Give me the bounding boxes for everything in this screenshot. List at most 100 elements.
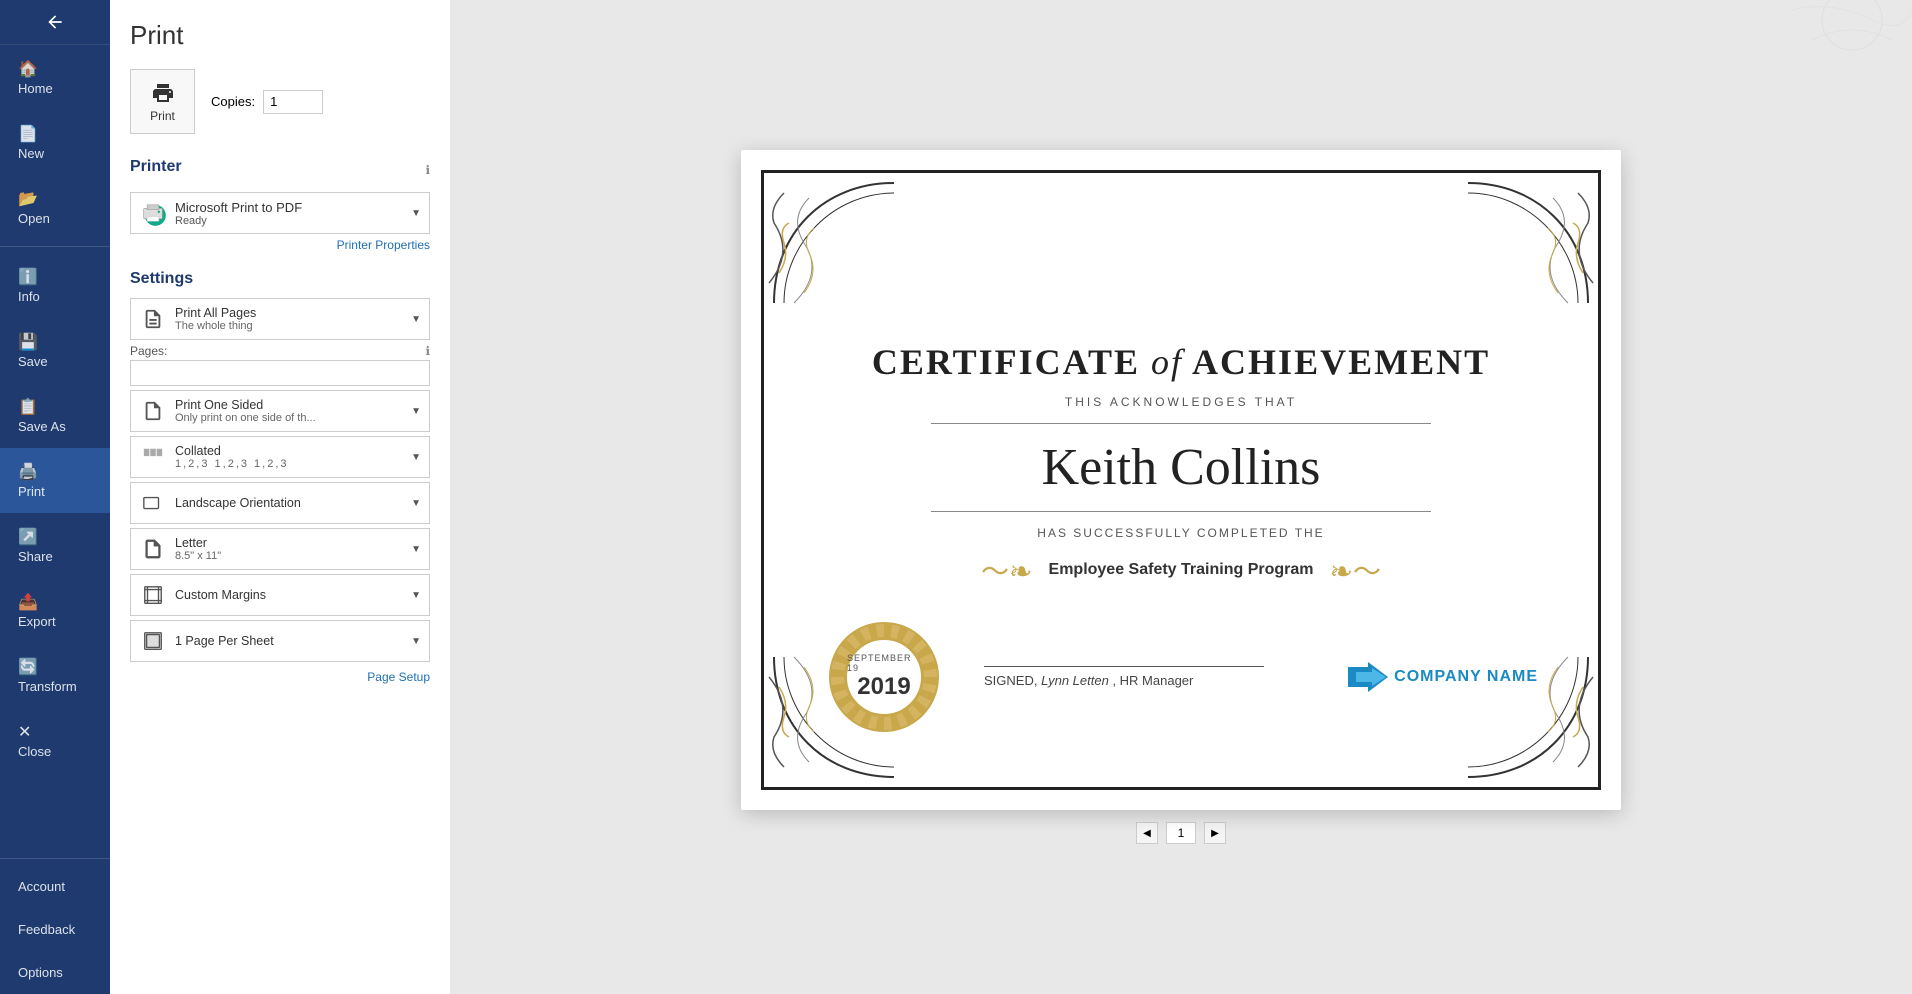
printer-info: Microsoft Print to PDF Ready xyxy=(175,200,407,227)
cert-divider-2 xyxy=(931,511,1431,512)
collate-arrow: ▼ xyxy=(411,452,421,463)
company-logo-icon xyxy=(1348,662,1388,692)
print-button-area: Print Copies: xyxy=(130,69,430,134)
paper-size-main: Letter xyxy=(175,536,411,550)
print-button[interactable]: Print xyxy=(130,69,195,134)
sidebar-item-close[interactable]: ✕ Close xyxy=(0,708,110,773)
print-range-arrow: ▼ xyxy=(411,314,421,325)
setting-sides[interactable]: Print One Sided Only print on one side o… xyxy=(130,390,430,432)
transform-icon: 🔄 xyxy=(18,657,38,677)
settings-panel: Print Print Copies: Printer ℹ xyxy=(110,0,450,994)
per-sheet-arrow: ▼ xyxy=(411,636,421,647)
cert-divider-1 xyxy=(931,423,1431,424)
sidebar-item-save[interactable]: 💾 Save xyxy=(0,318,110,383)
save-icon: 💾 xyxy=(18,332,38,352)
margins-arrow: ▼ xyxy=(411,590,421,601)
cert-seal: SEPTEMBER 19 2019 xyxy=(824,617,944,737)
paper-size-arrow: ▼ xyxy=(411,544,421,555)
printer-selector[interactable]: Microsoft Print to PDF Ready ▼ xyxy=(130,192,430,234)
sides-main: Print One Sided xyxy=(175,398,411,412)
sig-line xyxy=(984,666,1264,667)
cert-swirl-right: ❧〜 xyxy=(1329,550,1380,590)
copies-label: Copies: xyxy=(211,94,255,109)
settings-section-header: Settings xyxy=(130,270,430,288)
printer-dropdown-arrow: ▼ xyxy=(411,208,421,219)
bg-decoration xyxy=(1612,0,1912,60)
next-page-button[interactable]: ▶ xyxy=(1204,822,1226,844)
back-button[interactable] xyxy=(0,0,110,45)
cert-content: CERTIFICATE of ACHIEVEMENT THIS ACKNOWLE… xyxy=(764,341,1598,620)
cert-program: Employee Safety Training Program xyxy=(1049,561,1314,579)
margins-main: Custom Margins xyxy=(175,588,411,602)
printer-status: Ready xyxy=(175,215,407,227)
sidebar-item-info[interactable]: ℹ️ Info xyxy=(0,253,110,318)
company-logo: COMPANY NAME xyxy=(1348,662,1538,692)
new-icon: 📄 xyxy=(18,124,38,144)
sidebar: 🏠 Home 📄 New 📂 Open ℹ️ Info 💾 Save 📋 Sav… xyxy=(0,0,110,994)
cert-corner-tr xyxy=(1458,173,1598,313)
sidebar-item-options[interactable]: Options xyxy=(0,951,110,994)
info-icon: ℹ️ xyxy=(18,267,38,287)
seal-year: 2019 xyxy=(857,673,910,701)
copies-input[interactable] xyxy=(263,90,323,114)
save-as-icon: 📋 xyxy=(18,397,38,417)
printer-section-header: Printer xyxy=(130,158,182,176)
seal-month: SEPTEMBER 19 xyxy=(847,653,921,673)
setting-collate[interactable]: Collated 1,2,3 1,2,3 1,2,3 ▼ xyxy=(130,436,430,478)
certificate: CERTIFICATE of ACHIEVEMENT THIS ACKNOWLE… xyxy=(761,170,1601,790)
pages-info-icon[interactable]: ℹ xyxy=(425,344,430,358)
company-name: COMPANY NAME xyxy=(1394,668,1538,686)
printer-device-icon xyxy=(139,199,167,227)
one-sided-icon xyxy=(139,397,167,425)
per-sheet-main: 1 Page Per Sheet xyxy=(175,634,411,648)
sidebar-item-save-as[interactable]: 📋 Save As xyxy=(0,383,110,448)
printer-info-icon[interactable]: ℹ xyxy=(425,163,430,177)
print-icon: 🖨️ xyxy=(18,462,38,482)
cert-signature: SIGNED, Lynn Letten , HR Manager xyxy=(984,666,1348,688)
setting-orientation[interactable]: Landscape Orientation ▼ xyxy=(130,482,430,524)
orientation-icon xyxy=(139,489,167,517)
setting-print-range[interactable]: Print All Pages The whole thing ▼ xyxy=(130,298,430,340)
settings-section: Settings Print All Pages The whole thing… xyxy=(130,270,430,684)
cert-program-area: 〜❧ Employee Safety Training Program ❧〜 xyxy=(824,550,1538,590)
cert-corner-tl xyxy=(764,173,904,313)
sidebar-item-print[interactable]: 🖨️ Print xyxy=(0,448,110,513)
setting-per-sheet[interactable]: 1 Page Per Sheet ▼ xyxy=(130,620,430,662)
per-sheet-icon xyxy=(139,627,167,655)
page-number-input[interactable] xyxy=(1166,822,1196,844)
printer-icon xyxy=(151,81,175,105)
pages-input[interactable] xyxy=(130,360,430,386)
setting-paper-size[interactable]: Letter 8.5" x 11" ▼ xyxy=(130,528,430,570)
seal-outer: SEPTEMBER 19 2019 xyxy=(829,622,939,732)
copies-area: Copies: xyxy=(211,90,323,114)
preview-nav: ◀ ▶ xyxy=(1136,822,1226,844)
orientation-main: Landscape Orientation xyxy=(175,496,411,510)
printer-name: Microsoft Print to PDF xyxy=(175,200,407,215)
printer-properties-link[interactable]: Printer Properties xyxy=(130,238,430,252)
sidebar-item-share[interactable]: ↗️ Share xyxy=(0,513,110,578)
sidebar-item-open[interactable]: 📂 Open xyxy=(0,175,110,240)
paper-icon xyxy=(139,535,167,563)
setting-margins[interactable]: Custom Margins ▼ xyxy=(130,574,430,616)
preview-area: CERTIFICATE of ACHIEVEMENT THIS ACKNOWLE… xyxy=(450,0,1912,994)
cert-bottom: SEPTEMBER 19 2019 SIGNED, Lynn Letten xyxy=(764,617,1598,737)
sidebar-item-account[interactable]: Account xyxy=(0,865,110,908)
cert-title: CERTIFICATE of ACHIEVEMENT xyxy=(824,341,1538,383)
certificate-wrapper: CERTIFICATE of ACHIEVEMENT THIS ACKNOWLE… xyxy=(741,150,1621,810)
sidebar-item-export[interactable]: 📤 Export xyxy=(0,578,110,643)
close-icon: ✕ xyxy=(18,722,31,742)
sidebar-item-home[interactable]: 🏠 Home xyxy=(0,45,110,110)
seal-inner: SEPTEMBER 19 2019 xyxy=(844,637,924,717)
sidebar-item-transform[interactable]: 🔄 Transform xyxy=(0,643,110,708)
sig-text: SIGNED, Lynn Letten , HR Manager xyxy=(984,673,1348,688)
prev-page-button[interactable]: ◀ xyxy=(1136,822,1158,844)
sidebar-item-new[interactable]: 📄 New xyxy=(0,110,110,175)
cert-acknowledges: THIS ACKNOWLEDGES THAT xyxy=(824,395,1538,409)
cert-completed: HAS SUCCESSFULLY COMPLETED THE xyxy=(824,526,1538,540)
main-content: Print Print Copies: Printer ℹ xyxy=(110,0,1912,994)
collated-icon xyxy=(139,443,167,471)
sidebar-item-feedback[interactable]: Feedback xyxy=(0,908,110,951)
margins-icon xyxy=(139,581,167,609)
sides-arrow: ▼ xyxy=(411,406,421,417)
page-setup-link[interactable]: Page Setup xyxy=(130,670,430,684)
